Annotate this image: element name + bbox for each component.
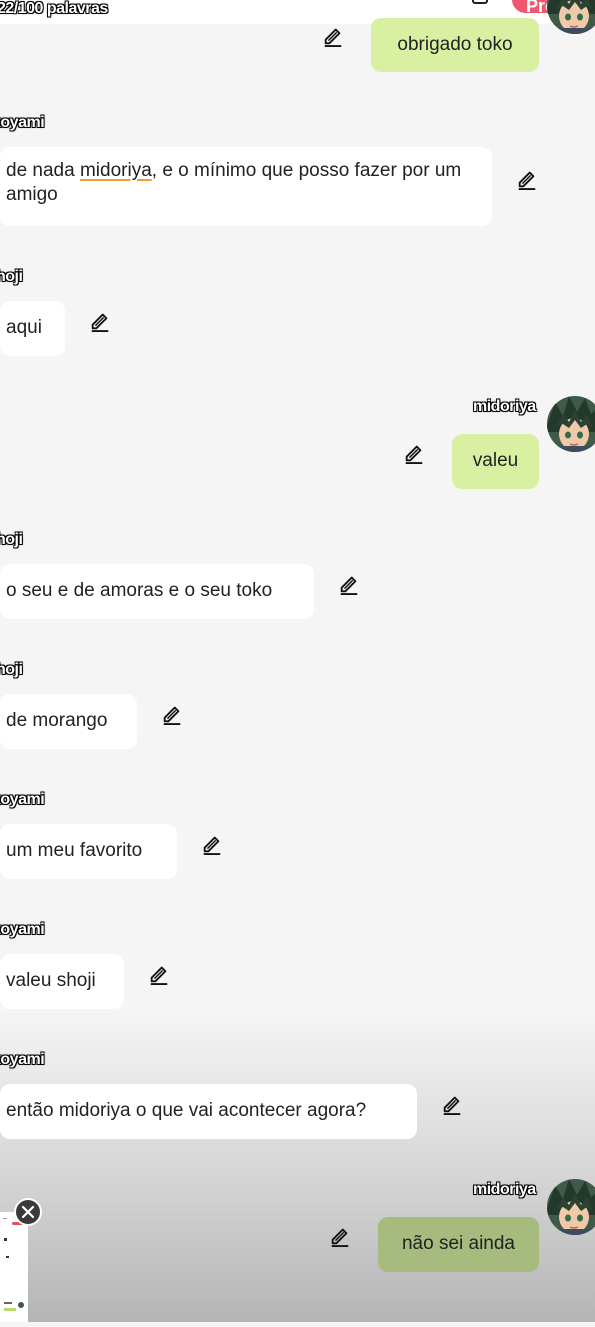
midoriya-avatar (547, 0, 595, 34)
pencil-edit-icon[interactable] (148, 963, 170, 985)
floating-preview-thumbnail[interactable] (0, 1212, 28, 1322)
pencil-edit-icon[interactable] (403, 442, 425, 464)
pencil-edit-icon[interactable] (338, 573, 360, 595)
message-bubble: de nada midoriya, e o mínimo que posso f… (0, 147, 492, 226)
message-bubble: valeu (452, 434, 539, 489)
message-bubble: então midoriya o que vai acontecer agora… (0, 1084, 417, 1139)
close-preview-button[interactable] (14, 1198, 42, 1226)
pencil-edit-icon[interactable] (201, 833, 223, 855)
word-count: 22/100 palavras (0, 0, 108, 17)
message-bubble: obrigado toko (371, 18, 539, 72)
spellcheck-word[interactable]: midoriya (80, 160, 152, 181)
message-text: de morango (6, 710, 108, 731)
message-text: de nada midoriya, e o mínimo que posso f… (6, 160, 462, 205)
pencil-edit-icon[interactable] (89, 310, 111, 332)
message-bubble: o seu e de amoras e o seu toko (0, 564, 314, 619)
message-bubble: não sei ainda (378, 1217, 539, 1272)
sender-name: midoriya (473, 1181, 536, 1198)
message-text: um meu favorito (6, 840, 143, 861)
sender-name: koyami (0, 921, 45, 938)
sender-name: koyami (0, 114, 45, 131)
message-bubble: valeu shoji (0, 954, 124, 1009)
pencil-edit-icon[interactable] (322, 25, 344, 47)
sender-name: koyami (0, 1051, 45, 1068)
sender-name: hoji (0, 268, 23, 285)
pencil-edit-icon[interactable] (161, 703, 183, 725)
pencil-edit-icon[interactable] (441, 1093, 463, 1115)
pencil-edit-icon[interactable] (329, 1225, 351, 1247)
sender-name: koyami (0, 791, 45, 808)
message-text: o seu e de amoras e o seu toko (6, 580, 273, 601)
midoriya-avatar (547, 396, 595, 452)
message-text: não sei ainda (401, 1233, 516, 1254)
message-bubble: aqui (0, 301, 65, 356)
square-icon[interactable] (472, 0, 488, 4)
pencil-edit-icon[interactable] (516, 168, 538, 190)
sender-name: hoji (0, 531, 23, 548)
message-text: valeu (472, 450, 519, 471)
message-text: obrigado toko (397, 34, 513, 55)
close-icon (21, 1205, 35, 1219)
message-text: então midoriya o que vai acontecer agora… (6, 1100, 367, 1121)
message-bubble: um meu favorito (0, 824, 177, 879)
sender-name: hoji (0, 661, 23, 678)
message-text: aqui (6, 317, 42, 338)
midoriya-avatar (547, 1179, 595, 1235)
message-bubble: de morango (0, 694, 137, 749)
sender-name: midoriya (473, 398, 536, 415)
message-text: valeu shoji (6, 970, 96, 991)
